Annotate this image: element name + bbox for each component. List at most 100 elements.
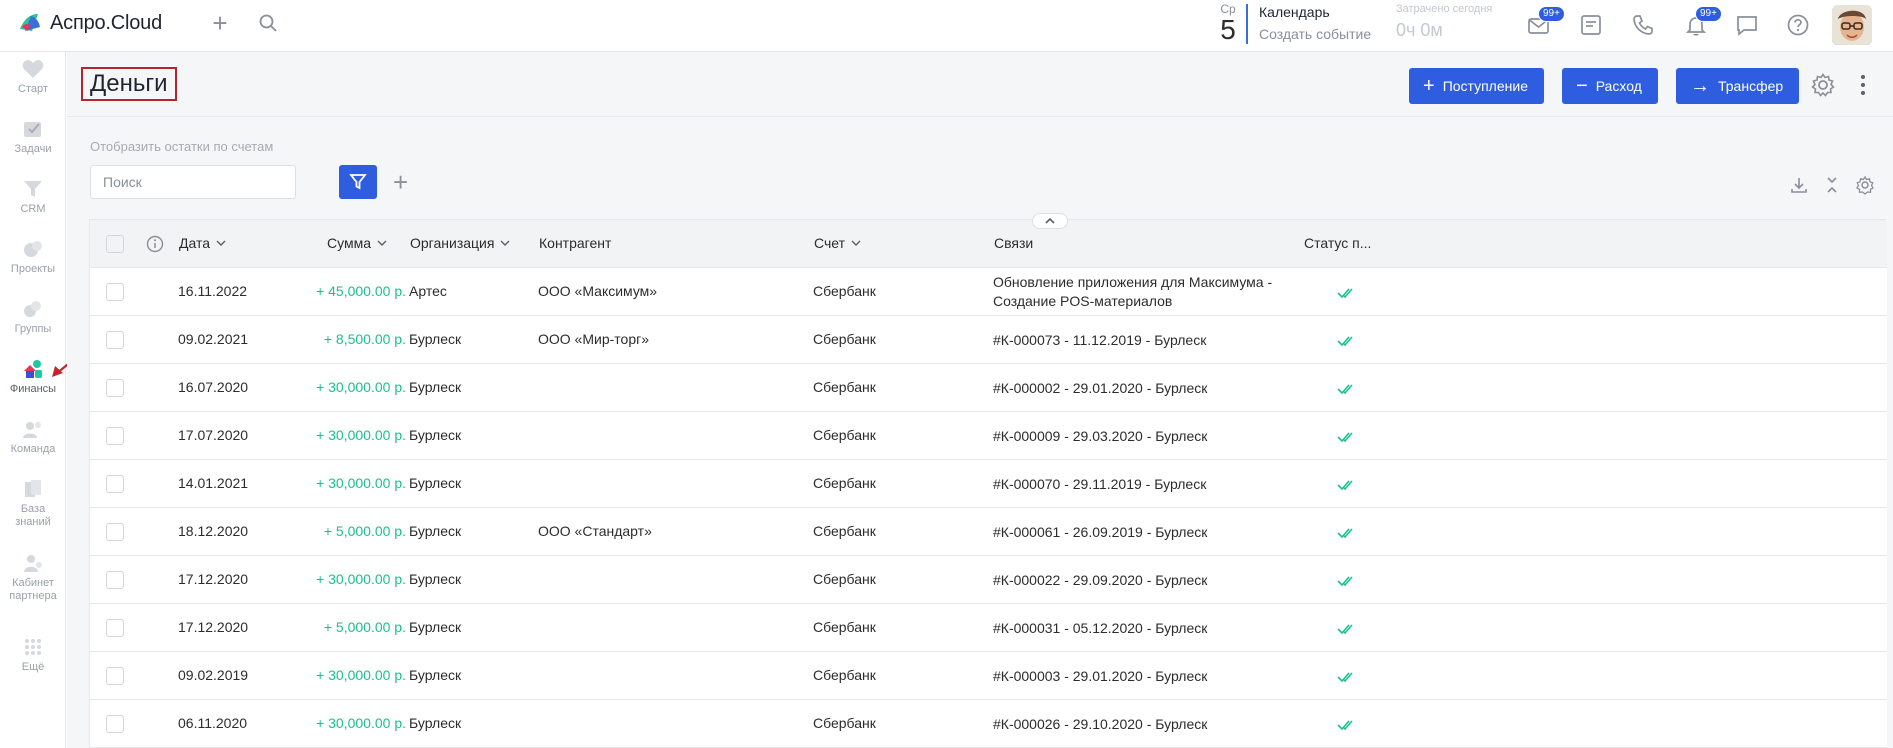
user-avatar[interactable] <box>1832 5 1872 45</box>
sidebar-item-groups[interactable]: Группы <box>0 298 66 336</box>
row-checkbox[interactable] <box>106 667 124 685</box>
top-bar: Аспро.Cloud + Ср 5 Календарь Создать соб… <box>0 0 1893 52</box>
status-double-check-icon <box>1337 288 1353 299</box>
table-row[interactable]: 17.12.2020 + 30,000.00 р. Бурлеск Сбербанк #… <box>90 556 1887 604</box>
minus-icon: − <box>1576 75 1588 97</box>
table-row[interactable]: 18.12.2020 + 5,000.00 р. Бурлеск ООО «Станд… <box>90 508 1887 556</box>
column-header-account[interactable]: Счет <box>814 235 861 251</box>
content: Отобразить остатки по счетам + <box>67 117 1893 748</box>
table-row[interactable]: 09.02.2019 + 30,000.00 р. Бурлеск Сбербанк #… <box>90 652 1887 700</box>
table-row[interactable]: 06.11.2020 + 30,000.00 р. Бурлеск Сбербанк #… <box>90 700 1887 748</box>
row-account: Сбербанк <box>813 571 876 587</box>
row-account: Сбербанк <box>813 379 876 395</box>
table-row[interactable]: 16.07.2020 + 30,000.00 р. Бурлеск Сбербанк #… <box>90 364 1887 412</box>
row-amount: + 30,000.00 р. <box>316 715 406 731</box>
transactions-table: Дата Сумма Организация Контрагент Счет С… <box>89 219 1887 748</box>
row-checkbox[interactable] <box>106 475 124 493</box>
info-icon[interactable] <box>146 235 164 253</box>
row-checkbox[interactable] <box>106 571 124 589</box>
column-header-status[interactable]: Статус п... <box>1304 235 1371 251</box>
column-header-date[interactable]: Дата <box>179 235 226 251</box>
sidebar-item-partner[interactable]: Кабинет партнера <box>0 552 66 603</box>
table-row[interactable]: 17.07.2020 + 30,000.00 р. Бурлеск Сбербанк #… <box>90 412 1887 460</box>
create-plus-icon[interactable]: + <box>207 10 233 36</box>
row-links[interactable]: #К-000026 - 29.10.2020 - Бурлеск <box>993 715 1313 734</box>
row-account: Сбербанк <box>813 619 876 635</box>
chevron-up-icon <box>1045 217 1055 224</box>
sidebar-item-tasks[interactable]: Задачи <box>0 118 66 156</box>
chat-icon[interactable] <box>1734 12 1760 38</box>
sidebar-item-label: Проекты <box>10 263 56 275</box>
show-balances-link[interactable]: Отобразить остатки по счетам <box>90 139 273 154</box>
row-date: 06.11.2020 <box>178 715 248 731</box>
row-links[interactable]: #К-000031 - 05.12.2020 - Бурлеск <box>993 619 1313 638</box>
sidebar-item-more[interactable]: Ещё <box>0 636 66 674</box>
collapse-filters-toggle[interactable] <box>1032 213 1068 229</box>
column-header-counterparty[interactable]: Контрагент <box>539 235 611 251</box>
row-links[interactable]: #К-000070 - 29.11.2019 - Бурлеск <box>993 475 1313 494</box>
row-links[interactable]: #К-000003 - 29.01.2020 - Бурлеск <box>993 667 1313 686</box>
calendar-divider <box>1246 4 1248 44</box>
row-links[interactable]: Обновление приложения для Максимума - Со… <box>993 273 1313 311</box>
sidebar-item-team[interactable]: Команда <box>0 418 66 456</box>
row-links[interactable]: #К-000073 - 11.12.2019 - Бурлеск <box>993 331 1313 350</box>
table-settings-icon[interactable] <box>1855 175 1875 195</box>
sidebar-item-knowledge[interactable]: База знаний <box>0 478 66 529</box>
add-income-button[interactable]: + Поступление <box>1409 68 1544 104</box>
add-filter-plus-icon[interactable]: + <box>393 167 408 197</box>
logo[interactable]: Аспро.Cloud <box>18 11 162 35</box>
row-checkbox[interactable] <box>106 283 124 301</box>
column-header-amount[interactable]: Сумма <box>327 235 387 251</box>
add-transfer-button[interactable]: → Трансфер <box>1676 68 1800 104</box>
row-checkbox[interactable] <box>106 379 124 397</box>
phone-icon[interactable] <box>1630 12 1656 38</box>
download-icon[interactable] <box>1789 175 1809 195</box>
sidebar-item-start[interactable]: Старт <box>0 58 66 96</box>
settings-gear-icon[interactable] <box>1810 72 1836 98</box>
search-icon[interactable] <box>258 13 278 33</box>
search-input[interactable] <box>90 165 296 199</box>
row-checkbox[interactable] <box>106 427 124 445</box>
logo-icon <box>20 14 40 31</box>
calendar-day: 5 <box>1220 14 1236 45</box>
notifications-button[interactable]: 99+ <box>1683 6 1722 38</box>
table-row[interactable]: 17.12.2020 + 5,000.00 р. Бурлеск Сбербанк #К… <box>90 604 1887 652</box>
sidebar-item-projects[interactable]: Проекты <box>0 238 66 276</box>
row-checkbox[interactable] <box>106 715 124 733</box>
row-links[interactable]: #К-000002 - 29.01.2020 - Бурлеск <box>993 379 1313 398</box>
row-checkbox[interactable] <box>106 523 124 541</box>
filter-button[interactable] <box>339 165 377 199</box>
add-expense-button[interactable]: − Расход <box>1562 68 1658 104</box>
calendar-date[interactable]: Ср 5 <box>1214 2 1242 44</box>
row-checkbox[interactable] <box>106 619 124 637</box>
row-date: 16.11.2022 <box>178 283 248 299</box>
status-double-check-icon <box>1337 432 1353 443</box>
row-counterparty[interactable]: ООО «Стандарт» <box>538 523 652 539</box>
help-icon[interactable] <box>1785 12 1811 38</box>
notes-icon[interactable] <box>1578 12 1604 38</box>
select-all-checkbox[interactable] <box>106 235 124 253</box>
create-event-link[interactable]: Создать событие <box>1259 26 1371 42</box>
row-account: Сбербанк <box>813 715 876 731</box>
sidebar-item-label-line2: партнера <box>9 590 57 602</box>
table-row[interactable]: 09.02.2021 + 8,500.00 р. Бурлеск ООО «Мир-т… <box>90 316 1887 364</box>
table-header: Дата Сумма Организация Контрагент Счет С… <box>90 220 1887 268</box>
row-links[interactable]: #К-000022 - 29.09.2020 - Бурлеск <box>993 571 1313 590</box>
column-header-organization[interactable]: Организация <box>410 235 510 251</box>
row-amount: + 30,000.00 р. <box>316 379 406 395</box>
row-links[interactable]: #К-000009 - 29.03.2020 - Бурлеск <box>993 427 1313 446</box>
collapse-rows-icon[interactable] <box>1822 175 1842 195</box>
row-counterparty[interactable]: ООО «Максимум» <box>538 283 657 299</box>
avatar-face-icon <box>1832 5 1872 45</box>
column-header-links[interactable]: Связи <box>994 235 1033 251</box>
mail-button[interactable]: 99+ <box>1526 6 1565 38</box>
row-links[interactable]: #К-000061 - 26.09.2019 - Бурлеск <box>993 523 1313 542</box>
row-account: Сбербанк <box>813 667 876 683</box>
row-checkbox[interactable] <box>106 331 124 349</box>
calendar-title[interactable]: Календарь <box>1259 4 1371 20</box>
table-row[interactable]: 14.01.2021 + 30,000.00 р. Бурлеск Сбербанк #… <box>90 460 1887 508</box>
row-counterparty[interactable]: ООО «Мир-торг» <box>538 331 649 347</box>
sidebar-item-crm[interactable]: CRM <box>0 178 66 216</box>
more-vertical-icon[interactable] <box>1858 72 1868 98</box>
table-row[interactable]: 16.11.2022 + 45,000.00 р. Артес ООО «Максим… <box>90 268 1887 316</box>
